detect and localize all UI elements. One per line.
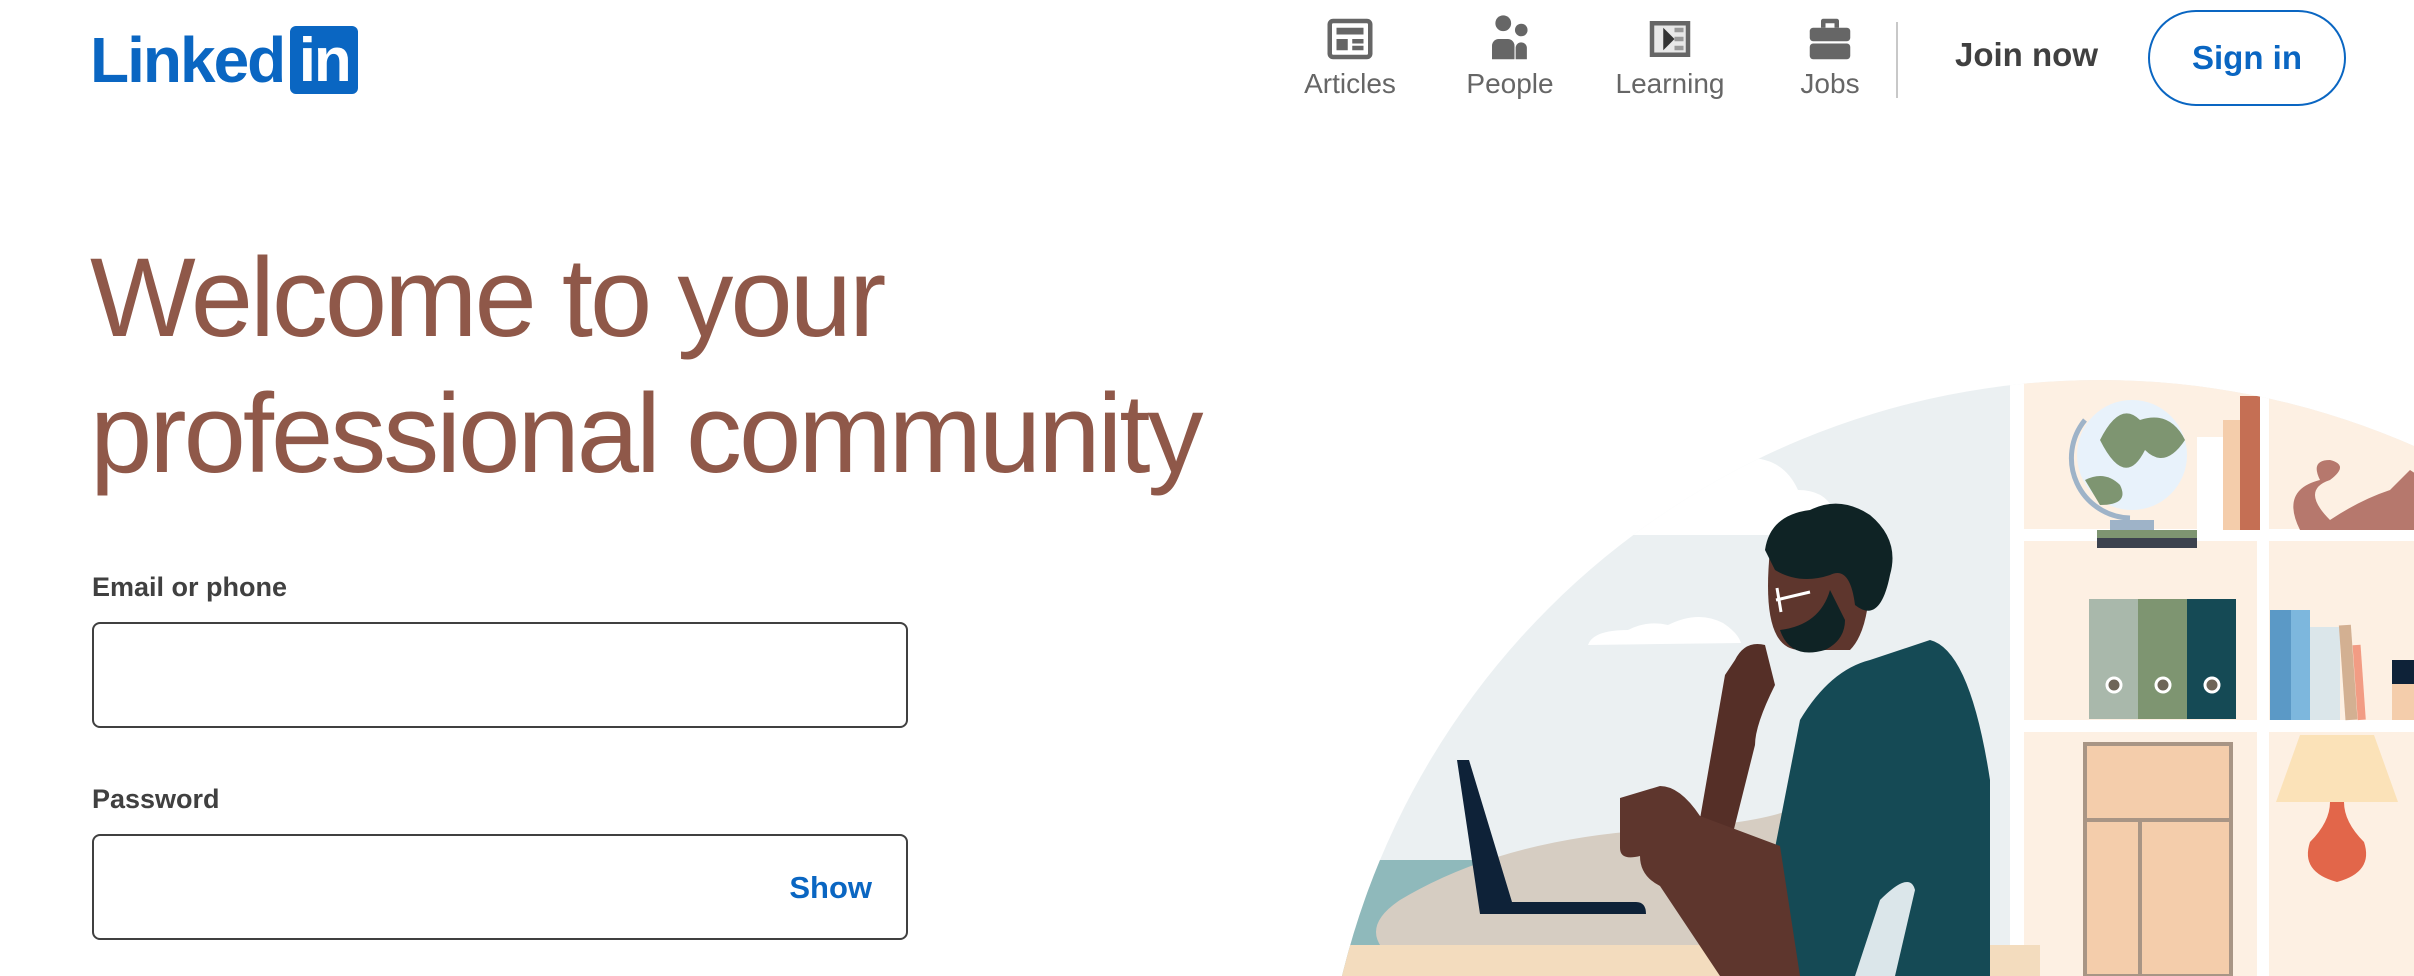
email-field-wrapper [92, 622, 908, 728]
cloud-2 [1340, 533, 1567, 588]
nav-people[interactable]: People [1430, 12, 1590, 100]
logo-in-text: in [298, 26, 352, 95]
nav-articles-label: Articles [1304, 68, 1396, 99]
nav-learning[interactable]: Learning [1590, 12, 1750, 100]
nav-learning-label: Learning [1615, 68, 1725, 99]
binder-3 [2187, 599, 2236, 719]
shelf-frame-h1 [2010, 529, 2414, 541]
headline-line-1: Welcome to your [90, 235, 886, 360]
binder-2 [2138, 599, 2187, 719]
page-headline: Welcome to your professional community [90, 230, 1203, 502]
people-icon [1492, 15, 1528, 60]
top-nav: Articles People Learning Jobs [1270, 12, 1910, 100]
hero-illustration [1340, 380, 2414, 976]
show-password-button[interactable]: Show [789, 870, 872, 906]
logo-in-box: in [290, 26, 359, 95]
sign-in-button[interactable]: Sign in [2148, 10, 2346, 106]
shelf-frame-h2 [2010, 720, 2414, 732]
password-input[interactable] [94, 836, 873, 938]
logo-wordmark: Linked [90, 24, 286, 96]
nav-divider [1896, 22, 1898, 98]
nav-articles[interactable]: Articles [1270, 12, 1430, 100]
articles-icon [1327, 18, 1373, 60]
binder-1 [2089, 599, 2138, 719]
nav-jobs-label: Jobs [1800, 68, 1860, 99]
linkedin-logo[interactable]: Linked in [90, 24, 359, 96]
jobs-icon [1809, 18, 1851, 60]
drawer-cabinet [2083, 742, 2233, 976]
nav-jobs[interactable]: Jobs [1750, 12, 1910, 100]
learning-icon [1649, 21, 1691, 57]
password-field-wrapper: Show [92, 834, 908, 940]
headline-line-2: professional community [90, 371, 1203, 496]
nav-people-label: People [1466, 68, 1554, 99]
shelf-frame-v1 [2010, 380, 2024, 976]
password-label: Password [92, 784, 220, 814]
email-input[interactable] [94, 624, 873, 726]
email-label: Email or phone [92, 572, 288, 602]
join-now-link[interactable]: Join now [1955, 36, 2098, 74]
